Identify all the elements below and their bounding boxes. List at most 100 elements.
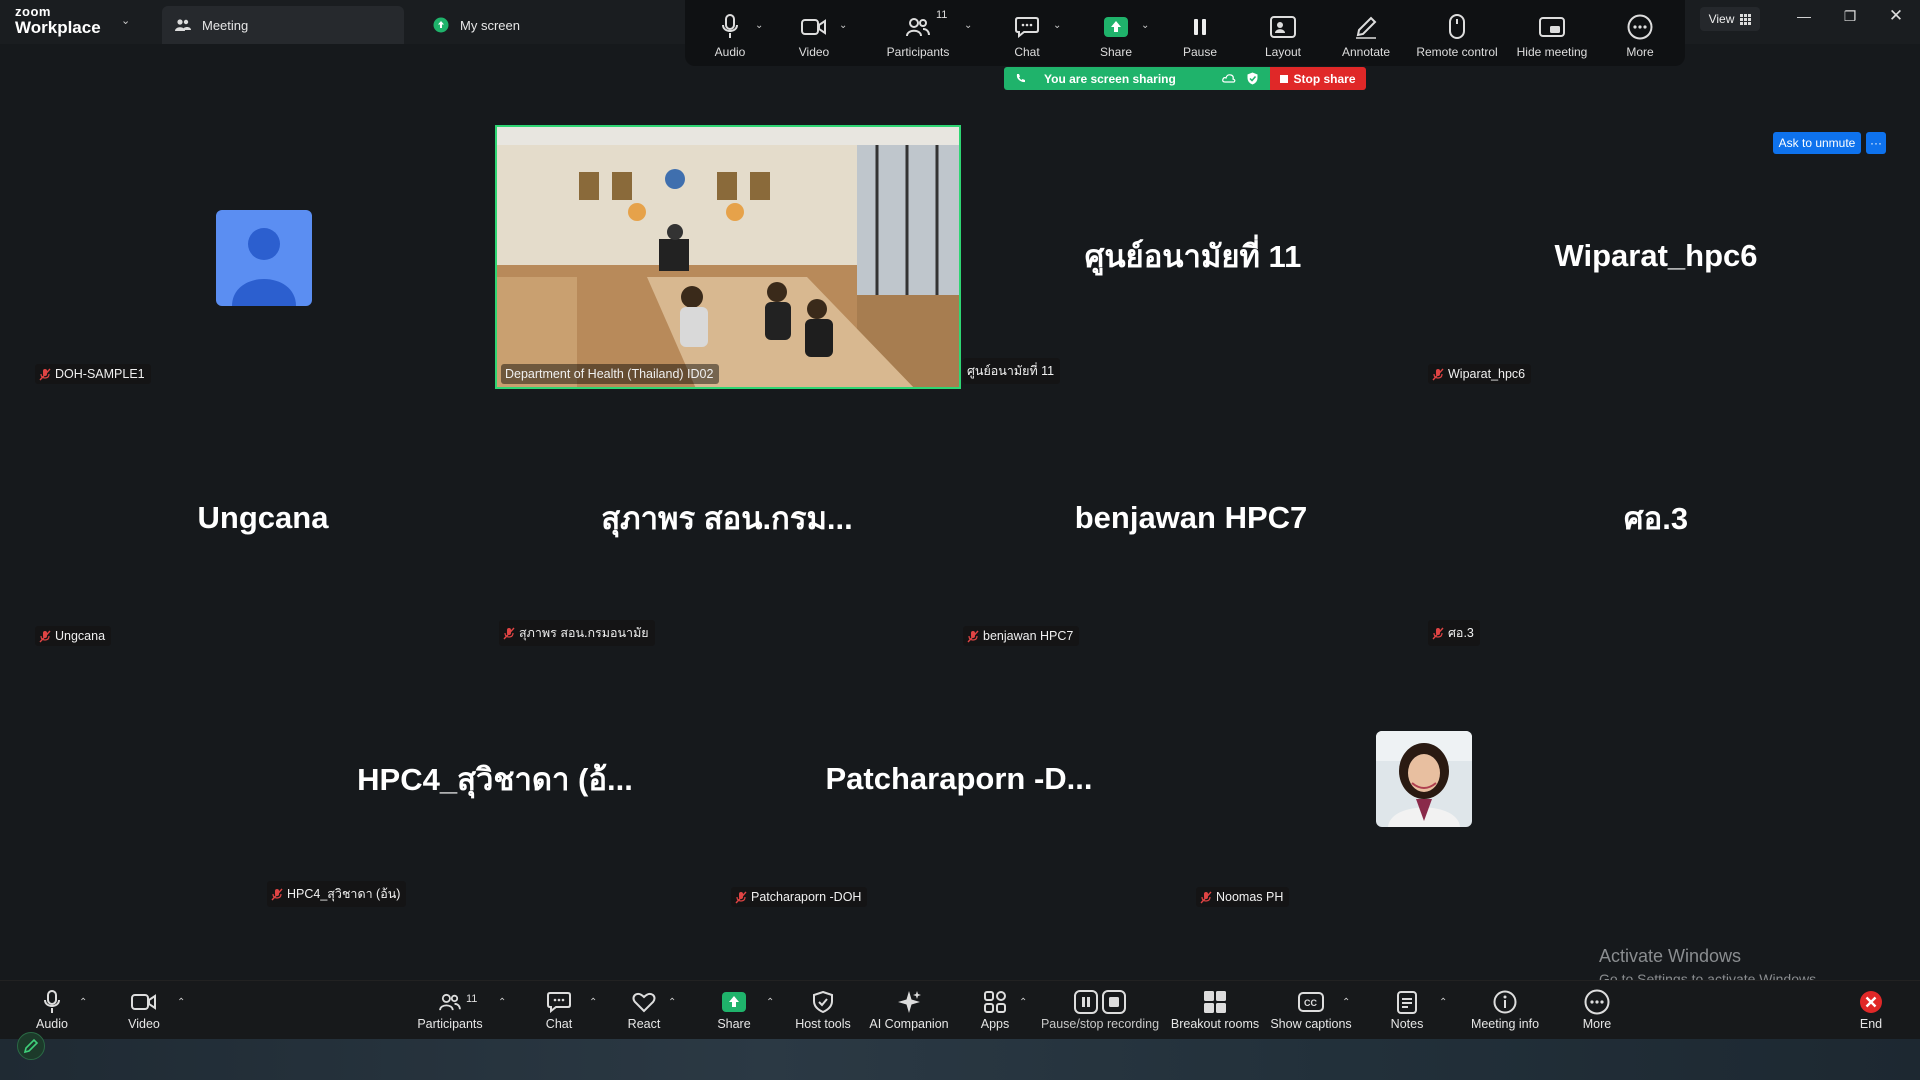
toolbar-annotate-button[interactable]: Annotate [1321, 12, 1411, 59]
participant-tile[interactable]: Wiparat_hpc6 Wiparat_hpc6 [1424, 125, 1888, 386]
participant-tile[interactable]: ศอ.3 ศอ.3 [1424, 387, 1888, 648]
zoom-logo: zoom Workplace [15, 4, 101, 37]
audio-options-caret-icon[interactable]: ⌃ [79, 997, 87, 1008]
participant-tile[interactable]: ศูนย์อนามัยที่ 11 ศูนย์อนามัยที่ 11 [961, 125, 1425, 386]
notes-button[interactable]: Notes [1357, 989, 1457, 1031]
participant-display-name: Ungcana [197, 499, 329, 535]
meeting-controls-bar: Audio ⌃ Video ⌃ Participants 11 ⌃ Chat ⌃… [0, 980, 1920, 1039]
toolbar-pause-button[interactable]: Pause [1155, 12, 1245, 59]
more-button[interactable]: More [1547, 989, 1647, 1031]
view-button[interactable]: View [1700, 7, 1760, 31]
meeting-info-button[interactable]: Meeting info [1455, 989, 1555, 1031]
participant-tile[interactable]: สุภาพร สอน.กรม... สุภาพร สอน.กรมอนามัย [495, 387, 959, 648]
desktop-background-strip [0, 1039, 1920, 1080]
sharing-status[interactable]: You are screen sharing [1004, 67, 1270, 90]
muted-mic-icon [1200, 891, 1212, 903]
toolbar-layout-button[interactable]: Layout [1238, 12, 1328, 59]
participant-name-tag: ศอ.3 [1428, 620, 1480, 646]
stop-icon [1280, 74, 1289, 83]
participant-display-name: HPC4_สุวิชาดา (อ้... [357, 761, 633, 797]
participant-display-name: Wiparat_hpc6 [1554, 237, 1758, 273]
apps-button[interactable]: Apps [945, 989, 1045, 1031]
participant-tile[interactable]: Ungcana Ungcana [31, 387, 495, 648]
participant-name-tag: Ungcana [35, 626, 112, 646]
breakout-rooms-icon [1203, 989, 1227, 1015]
muted-mic-icon [503, 627, 515, 639]
muted-mic-icon [967, 630, 979, 642]
participant-tile[interactable]: benjawan HPC7 benjawan HPC7 [959, 387, 1423, 648]
participants-count: 11 [936, 9, 948, 21]
muted-mic-icon [1432, 627, 1444, 639]
breakout-rooms-button[interactable]: Breakout rooms [1165, 989, 1265, 1031]
audio-caret-icon[interactable]: ⌄ [755, 20, 763, 31]
host-tools-button[interactable]: Host tools [773, 989, 873, 1031]
participants-count: 11 [466, 993, 478, 1005]
cloud-icon [1222, 74, 1236, 83]
participants-icon [906, 12, 930, 42]
audio-button[interactable]: Audio [2, 989, 102, 1031]
svg-text:CC: CC [1304, 998, 1317, 1008]
participant-tile[interactable]: DOH-SAMPLE1 [31, 125, 495, 386]
participant-name-tag: Noomas PH [1196, 887, 1290, 907]
active-speaker-video-tile[interactable]: Department of Health (Thailand) ID02 [495, 125, 961, 389]
layout-icon [1270, 12, 1296, 42]
video-button[interactable]: Video [94, 989, 194, 1031]
participants-button[interactable]: Participants [400, 989, 500, 1031]
show-captions-button[interactable]: CC Show captions [1261, 989, 1361, 1031]
participant-name-tag: DOH-SAMPLE1 [35, 364, 151, 384]
participant-name-tag: ศูนย์อนามัยที่ 11 [963, 358, 1061, 384]
video-options-caret-icon[interactable]: ⌃ [177, 997, 185, 1008]
share-caret-icon[interactable]: ⌄ [1141, 20, 1149, 31]
annotation-pen-icon[interactable] [17, 1032, 45, 1060]
participant-name-tag: benjawan HPC7 [963, 626, 1080, 646]
participant-tile[interactable]: Noomas PH [1192, 648, 1656, 909]
end-meeting-button[interactable]: End [1821, 989, 1920, 1031]
toolbar-hide-meeting-button[interactable]: Hide meeting [1507, 12, 1597, 59]
participants-options-caret-icon[interactable]: ⌃ [498, 997, 506, 1008]
participant-name-tag: Department of Health (Thailand) ID02 [501, 364, 720, 384]
ai-companion-button[interactable]: AI Companion [859, 989, 959, 1031]
pause-icon [1192, 12, 1208, 42]
screen-share-icon [432, 16, 450, 34]
conference-room-video [497, 127, 959, 387]
more-icon [1627, 12, 1653, 42]
participant-display-name: สุภาพร สอน.กรม... [601, 500, 853, 536]
react-options-caret-icon[interactable]: ⌃ [668, 997, 676, 1008]
participant-name-tag: HPC4_สุวิชาดา (อ้น) [267, 881, 407, 907]
chevron-down-icon[interactable]: ⌄ [121, 14, 130, 27]
react-button[interactable]: React [594, 989, 694, 1031]
microphone-icon [721, 12, 739, 42]
apps-options-caret-icon[interactable]: ⌃ [1019, 997, 1027, 1008]
pencil-icon [1354, 12, 1378, 42]
tab-my-screen[interactable]: My screen [420, 6, 620, 44]
chat-caret-icon[interactable]: ⌄ [1053, 20, 1061, 31]
tab-meeting[interactable]: Meeting [162, 6, 404, 44]
toolbar-participants-button[interactable]: Participants [873, 12, 963, 59]
share-button[interactable]: Share [684, 989, 784, 1031]
share-screen-icon [721, 989, 747, 1015]
close-icon[interactable]: ✕ [1876, 6, 1916, 26]
muted-mic-icon [271, 888, 283, 900]
notes-options-caret-icon[interactable]: ⌃ [1439, 997, 1447, 1008]
screen-sharing-banner: You are screen sharing Stop share [1004, 67, 1366, 90]
participant-display-name: benjawan HPC7 [1074, 499, 1308, 535]
mouse-icon [1448, 12, 1466, 42]
video-caret-icon[interactable]: ⌄ [839, 20, 847, 31]
minimize-icon[interactable]: — [1784, 8, 1824, 24]
sparkle-icon [897, 989, 921, 1015]
restore-icon[interactable]: ❐ [1830, 8, 1870, 25]
participant-name-tag: Patcharaporn -DOH [731, 887, 868, 907]
stop-share-button[interactable]: Stop share [1270, 67, 1366, 90]
heart-icon [632, 989, 656, 1015]
participants-caret-icon[interactable]: ⌄ [964, 20, 972, 31]
toolbar-remote-control-button[interactable]: Remote control [1412, 12, 1502, 59]
pause-stop-recording-button[interactable]: Pause/stop recording [1041, 989, 1159, 1031]
more-icon [1584, 989, 1610, 1015]
participant-display-name: ศูนย์อนามัยที่ 11 [1084, 238, 1302, 274]
chat-icon [547, 989, 571, 1015]
captions-options-caret-icon[interactable]: ⌃ [1342, 997, 1350, 1008]
end-icon [1859, 989, 1883, 1015]
toolbar-more-button[interactable]: More [1595, 12, 1685, 59]
participant-tile[interactable]: HPC4_สุวิชาดา (อ้... HPC4_สุวิชาดา (อ้น) [263, 648, 727, 909]
participant-tile[interactable]: Patcharaporn -D... Patcharaporn -DOH [727, 648, 1191, 909]
